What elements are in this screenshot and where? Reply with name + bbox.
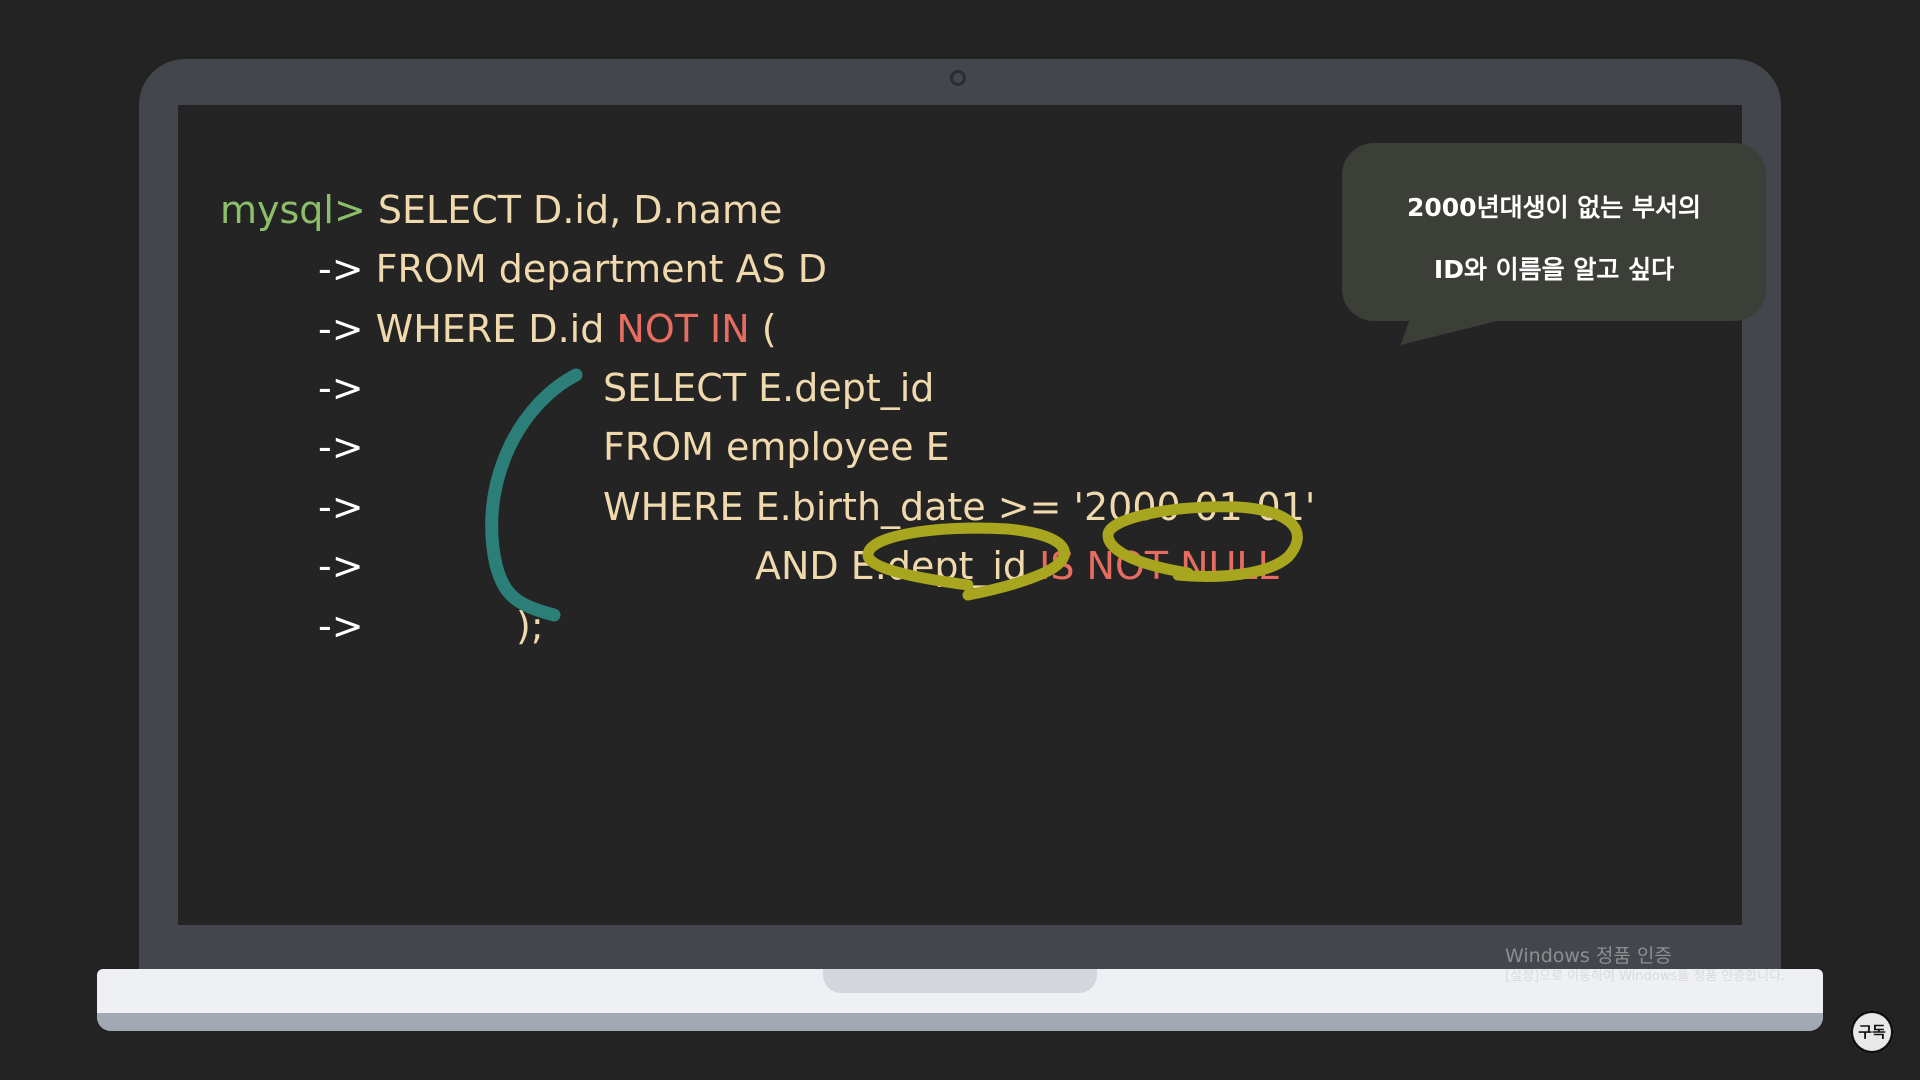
- code-line-2: -> FROM department AS D: [318, 247, 827, 291]
- keyword-not-in: NOT IN: [616, 307, 750, 351]
- code-text: SELECT D.id, D.name: [377, 188, 783, 232]
- continuation-arrow: ->: [318, 425, 364, 469]
- code-text: SELECT E.dept_id: [603, 366, 935, 410]
- code-text: WHERE D.id: [375, 307, 617, 351]
- code-line-8-prefix: ->: [318, 604, 364, 648]
- laptop-base-notch: [823, 969, 1097, 993]
- continuation-arrow: ->: [318, 544, 364, 588]
- code-text: );: [516, 604, 544, 648]
- bubble-line-2: ID와 이름을 알고 싶다: [1433, 255, 1675, 284]
- code-line-6: WHERE E.birth_date >= '2000-01-01': [603, 485, 1315, 529]
- continuation-arrow: ->: [318, 366, 364, 410]
- code-text: FROM department AS D: [375, 247, 828, 291]
- subscribe-button[interactable]: 구독: [1850, 1010, 1894, 1054]
- code-line-4-prefix: ->: [318, 366, 364, 410]
- code-line-5: FROM employee E: [603, 425, 950, 469]
- code-text: AND E.dept_id: [755, 544, 1040, 588]
- code-text: WHERE E.birth_date >= '2000-01-01': [603, 485, 1316, 529]
- watermark-title: Windows 정품 인증: [1505, 945, 1672, 967]
- code-line-8: );: [516, 604, 544, 648]
- continuation-arrow: ->: [318, 485, 364, 529]
- continuation-arrow: ->: [318, 247, 364, 291]
- keyword-is-not-null: IS NOT NULL: [1039, 544, 1279, 588]
- webcam-icon: [950, 70, 966, 86]
- speech-bubble: 2000년대생이 없는 부서의 ID와 이름을 알고 싶다: [1342, 143, 1766, 345]
- mysql-prompt: mysql>: [220, 188, 366, 232]
- code-line-1: mysql> SELECT D.id, D.name: [220, 188, 782, 232]
- code-line-4: SELECT E.dept_id: [603, 366, 934, 410]
- code-line-3: -> WHERE D.id NOT IN (: [318, 307, 777, 351]
- bubble-line-1: 2000년대생이 없는 부서의: [1407, 193, 1701, 222]
- continuation-arrow: ->: [318, 307, 364, 351]
- code-text: FROM employee E: [603, 425, 950, 469]
- code-line-7-prefix: ->: [318, 544, 364, 588]
- code-line-6-prefix: ->: [318, 485, 364, 529]
- code-line-7: AND E.dept_id IS NOT NULL: [755, 544, 1279, 588]
- windows-activation-watermark: Windows 정품 인증 [설정]으로 이동하여 Windows를 정품 인증…: [1505, 944, 1785, 986]
- continuation-arrow: ->: [318, 604, 364, 648]
- code-text: (: [749, 307, 777, 351]
- code-line-5-prefix: ->: [318, 425, 364, 469]
- watermark-subtitle: [설정]으로 이동하여 Windows를 정품 인증합니다.: [1505, 969, 1786, 984]
